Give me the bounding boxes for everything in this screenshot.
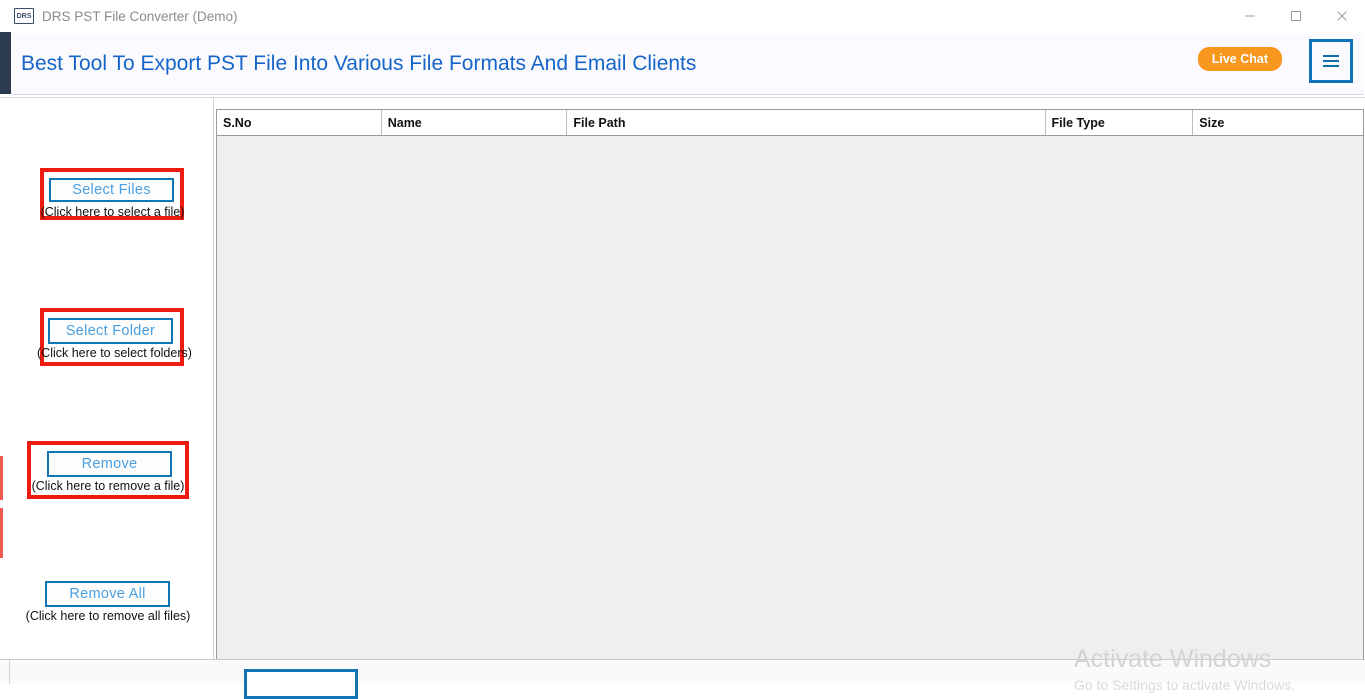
column-header-filepath[interactable]: File Path <box>567 110 1046 135</box>
remove-button[interactable]: Remove <box>47 451 172 477</box>
column-header-size[interactable]: Size <box>1193 110 1363 135</box>
select-folder-caption: (Click here to select folders) <box>37 346 192 360</box>
action-sidebar: Select Files (Click here to select a fil… <box>9 98 214 660</box>
banner-content: Best Tool To Export PST File Into Variou… <box>11 34 1364 95</box>
window-controls <box>1227 0 1365 32</box>
banner-left-strip <box>0 32 11 94</box>
table-header-row: S.No Name File Path File Type Size <box>217 110 1363 136</box>
title-bar: DRS DRS PST File Converter (Demo) <box>0 0 1365 33</box>
annotation-fragment-left-lower <box>0 508 3 558</box>
hamburger-line <box>1323 60 1339 62</box>
hamburger-line <box>1323 65 1339 67</box>
select-folder-button[interactable]: Select Folder <box>48 318 173 344</box>
column-header-sno[interactable]: S.No <box>217 110 382 135</box>
file-list-table: S.No Name File Path File Type Size <box>216 109 1364 660</box>
select-files-caption: (Click here to select a file) <box>40 205 185 219</box>
hamburger-line <box>1323 55 1339 57</box>
column-header-name[interactable]: Name <box>382 110 568 135</box>
footer-divider <box>9 660 10 684</box>
remove-caption: (Click here to remove a file) <box>31 479 185 493</box>
remove-all-caption: (Click here to remove all files) <box>25 609 191 623</box>
maximize-icon[interactable] <box>1273 0 1319 32</box>
minimize-icon[interactable] <box>1227 0 1273 32</box>
annotation-fragment-left-upper <box>0 456 3 500</box>
hamburger-menu-icon[interactable] <box>1309 39 1353 83</box>
window-title: DRS PST File Converter (Demo) <box>42 8 238 24</box>
live-chat-button[interactable]: Live Chat <box>1197 47 1282 71</box>
app-logo-icon: DRS <box>14 8 34 24</box>
main-content: Select Files (Click here to select a fil… <box>0 97 1365 660</box>
footer-bar <box>0 659 1365 699</box>
close-icon[interactable] <box>1319 0 1365 32</box>
banner-headline: Best Tool To Export PST File Into Variou… <box>21 52 697 75</box>
promo-banner: Best Tool To Export PST File Into Variou… <box>0 32 1365 97</box>
column-header-filetype[interactable]: File Type <box>1046 110 1194 135</box>
remove-all-button[interactable]: Remove All <box>45 581 170 607</box>
select-files-button[interactable]: Select Files <box>49 178 174 202</box>
footer-action-button-partial[interactable] <box>244 669 358 699</box>
title-bar-left: DRS DRS PST File Converter (Demo) <box>14 0 238 32</box>
table-body-empty[interactable] <box>217 136 1363 659</box>
